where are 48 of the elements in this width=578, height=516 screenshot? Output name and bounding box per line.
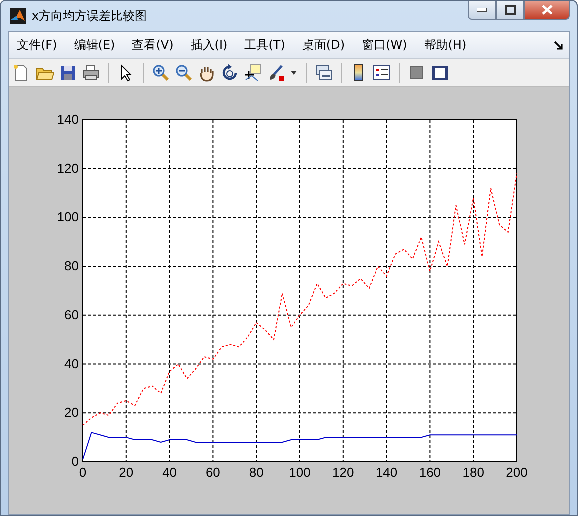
caret-icon[interactable]: [290, 70, 298, 76]
minimize-button[interactable]: [468, 1, 496, 20]
brush-icon[interactable]: [267, 64, 285, 82]
menu-item[interactable]: 查看(V): [132, 36, 184, 54]
legend-icon[interactable]: [373, 64, 391, 82]
window-title: x方向均方误差比较图: [32, 8, 148, 24]
menu-item[interactable]: 插入(I): [190, 36, 238, 54]
x-tick-label: 140: [376, 465, 398, 480]
peak-icon: [10, 8, 26, 24]
x-tick-label: 80: [249, 465, 264, 480]
x-tick-label: 0: [79, 465, 87, 480]
y-tick-label: 40: [64, 356, 79, 372]
x-tick-label: 100: [289, 465, 311, 480]
printer-icon[interactable]: [82, 64, 100, 82]
y-tick-label: 80: [64, 258, 79, 274]
x-tick-label: 200: [506, 465, 528, 480]
zoom-out-icon[interactable]: [175, 64, 193, 82]
x-tick-label: 180: [462, 465, 484, 480]
x-tick-label: 120: [332, 465, 354, 480]
close-icon: [542, 5, 552, 15]
menu-item[interactable]: 工具(T): [244, 36, 296, 54]
y-tick-label: 60: [64, 307, 79, 322]
y-tick-label: 100: [57, 210, 79, 225]
square-icon[interactable]: [408, 64, 426, 82]
y-tick-label: 140: [57, 112, 79, 127]
x-tick-label: 20: [119, 465, 134, 480]
y-tick-label: 0: [72, 454, 79, 469]
maximize-button[interactable]: [496, 1, 524, 20]
menu-item[interactable]: 窗口(W): [362, 36, 418, 54]
menu-item[interactable]: 帮助(H): [424, 36, 477, 54]
data-cursor-icon[interactable]: [244, 64, 262, 82]
linked-windows-icon[interactable]: [315, 64, 333, 82]
minimize-icon: [477, 8, 487, 12]
x-tick-label: 60: [206, 465, 220, 480]
close-button[interactable]: [524, 1, 570, 20]
menu-item[interactable]: 编辑(E): [74, 36, 126, 54]
y-tick-label: 20: [64, 405, 79, 420]
x-tick-label: 160: [419, 465, 442, 480]
maximize-icon: [504, 5, 516, 15]
menu-item[interactable]: 文件(F): [17, 36, 68, 54]
save-icon[interactable]: [59, 64, 77, 82]
zoom-in-icon[interactable]: [152, 64, 170, 82]
rotate-icon[interactable]: [221, 64, 239, 82]
arrow-icon[interactable]: [554, 40, 563, 50]
menu-item[interactable]: 桌面(D): [302, 36, 356, 54]
plot-frame-icon[interactable]: [431, 64, 449, 82]
x-tick-label: 40: [162, 465, 178, 480]
y-tick-label: 120: [57, 160, 79, 176]
